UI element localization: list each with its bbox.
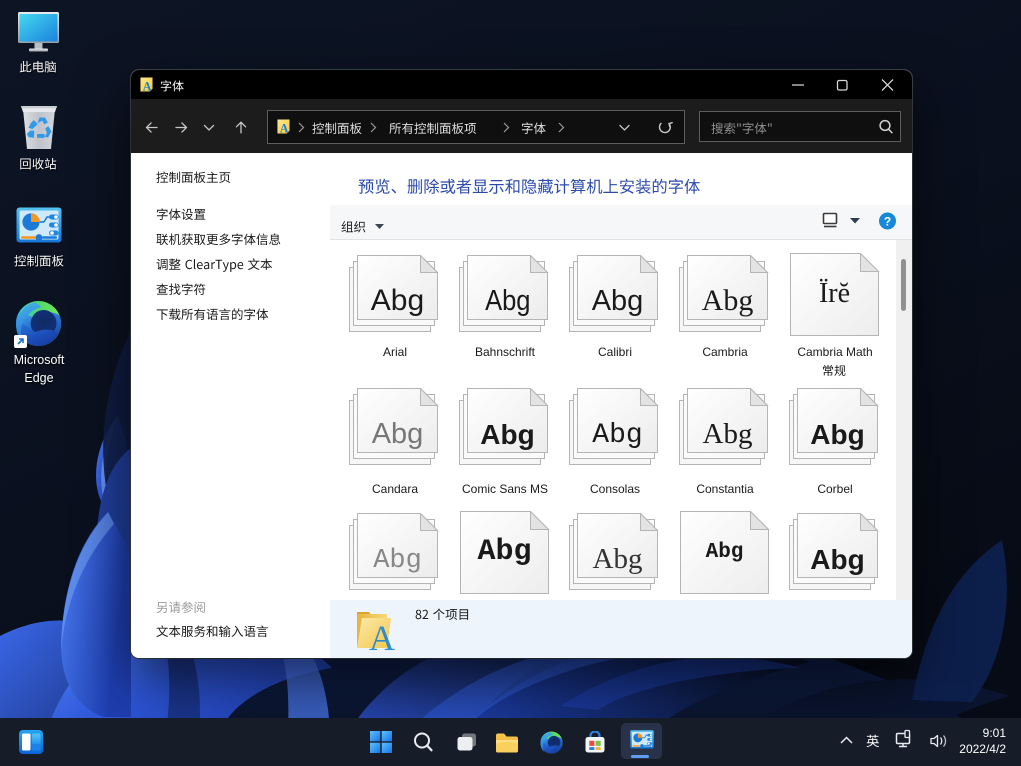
svg-text:A: A xyxy=(143,80,152,92)
svg-text:A: A xyxy=(369,618,395,652)
svg-text:A: A xyxy=(280,122,289,134)
